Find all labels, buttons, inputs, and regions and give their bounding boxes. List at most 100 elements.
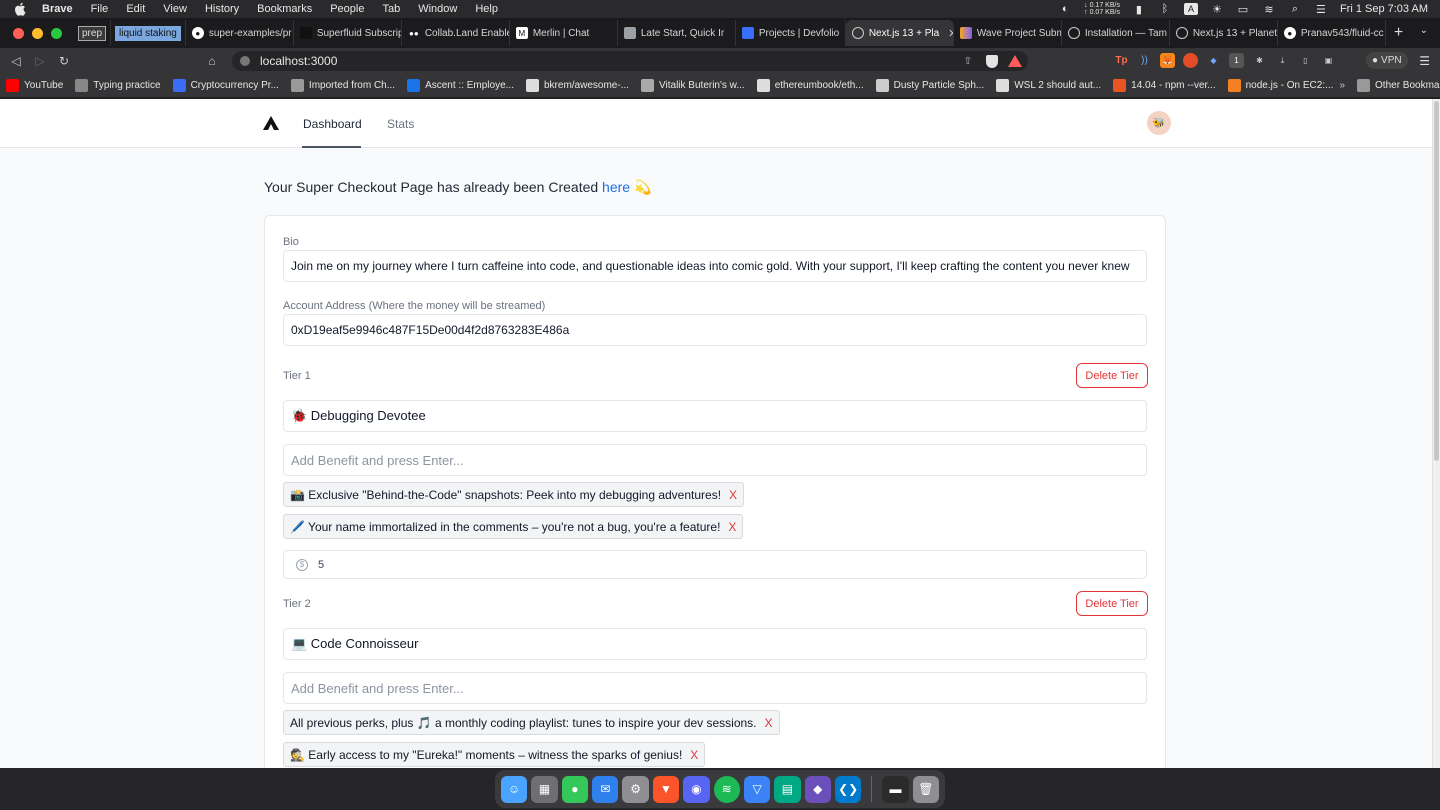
search-icon[interactable]: ⌕ bbox=[1288, 3, 1302, 15]
tab-super-examples[interactable]: ● super-examples/pr bbox=[186, 20, 294, 46]
clock[interactable]: Fri 1 Sep 7:03 AM bbox=[1340, 3, 1428, 15]
bookmark-item[interactable]: Vitalik Buterin's w... bbox=[635, 79, 751, 92]
messages-icon[interactable]: ● bbox=[561, 775, 589, 803]
apple-icon[interactable] bbox=[14, 2, 28, 16]
vscode-icon[interactable]: ❮❯ bbox=[834, 775, 862, 803]
tier-1-name-input[interactable]: 🐞 Debugging Devotee bbox=[283, 400, 1147, 432]
vector-app-icon[interactable]: ▽ bbox=[743, 775, 771, 803]
discord-icon[interactable]: ◉ bbox=[683, 775, 710, 803]
wallet-icon[interactable]: ▣ bbox=[1321, 53, 1336, 68]
remove-benefit-button[interactable]: X bbox=[765, 716, 773, 730]
trash-icon[interactable]: 🗑 bbox=[912, 775, 939, 803]
brave-icon[interactable]: ▼ bbox=[652, 775, 680, 803]
menu-people[interactable]: People bbox=[330, 3, 364, 15]
tab-liquid-staking[interactable]: liquid staking bbox=[111, 20, 186, 46]
finder-icon[interactable]: ☺ bbox=[501, 775, 528, 803]
mail-icon[interactable]: ✉ bbox=[592, 775, 619, 803]
app-logo-icon[interactable] bbox=[262, 115, 280, 131]
menu-view[interactable]: View bbox=[163, 3, 187, 15]
brave-rewards-icon[interactable] bbox=[1008, 55, 1022, 67]
brave-shield-icon[interactable] bbox=[986, 54, 998, 68]
bookmark-item[interactable]: Cryptocurrency Pr... bbox=[167, 79, 285, 92]
bookmark-item[interactable]: Dusty Particle Sph... bbox=[870, 79, 991, 92]
remove-benefit-button[interactable]: X bbox=[728, 520, 736, 534]
bookmark-item[interactable]: WSL 2 should aut... bbox=[990, 79, 1107, 92]
delete-tier-2-button[interactable]: Delete Tier bbox=[1076, 591, 1148, 616]
bookmark-item[interactable]: 14.04 - npm --ver... bbox=[1107, 79, 1221, 92]
ethereum-icon[interactable]: ◆ bbox=[804, 775, 831, 803]
tab-nextjs-active[interactable]: Next.js 13 + Pla ✕ bbox=[845, 20, 954, 46]
bookmark-item[interactable]: bkrem/awesome-... bbox=[520, 79, 635, 92]
menu-bookmarks[interactable]: Bookmarks bbox=[257, 3, 312, 15]
extension-badge-icon[interactable]: 1 bbox=[1229, 53, 1244, 68]
menu-help[interactable]: Help bbox=[475, 3, 498, 15]
zoom-window-button[interactable] bbox=[51, 27, 62, 39]
scrollbar-thumb[interactable] bbox=[1434, 101, 1439, 461]
extension-tp-icon[interactable]: Tp bbox=[1114, 53, 1129, 68]
bookmark-item[interactable]: YouTube bbox=[0, 79, 69, 92]
bookmark-icon[interactable]: ⌂ bbox=[200, 54, 224, 68]
checkout-page-link[interactable]: here bbox=[602, 179, 630, 195]
tab-wave[interactable]: Wave Project Subm bbox=[954, 20, 1062, 46]
back-icon[interactable]: ◁ bbox=[4, 54, 28, 68]
puzzle-icon[interactable]: ✱ bbox=[1252, 53, 1267, 68]
reload-icon[interactable]: ↻ bbox=[52, 54, 76, 68]
download-icon[interactable]: ⤓ bbox=[1275, 53, 1290, 68]
menu-history[interactable]: History bbox=[205, 3, 239, 15]
display-icon[interactable]: ▭ bbox=[1236, 3, 1250, 16]
tab-merlin[interactable]: M Merlin | Chat bbox=[510, 20, 618, 46]
site-info-icon[interactable] bbox=[240, 56, 250, 66]
close-window-button[interactable] bbox=[13, 27, 24, 39]
terminal-icon[interactable]: ▬ bbox=[882, 775, 909, 803]
metamask-icon[interactable]: 🦊 bbox=[1160, 53, 1175, 68]
remove-benefit-button[interactable]: X bbox=[729, 488, 737, 502]
menu-icon[interactable]: ☰ bbox=[1419, 54, 1430, 68]
system-settings-icon[interactable]: ⚙ bbox=[622, 775, 649, 803]
bluetooth-icon[interactable]: ᛒ bbox=[1158, 3, 1172, 15]
extension-wave-icon[interactable]: )) bbox=[1137, 53, 1152, 68]
phone-icon[interactable]: ▮ bbox=[1132, 3, 1146, 16]
vpn-button[interactable]: ● VPN bbox=[1366, 52, 1408, 69]
tab-superfluid[interactable]: Superfluid Subscrip bbox=[294, 20, 402, 46]
bookmark-item[interactable]: node.js - On EC2:... bbox=[1222, 79, 1340, 92]
tab-nextjs-planet[interactable]: Next.js 13 + Planet bbox=[1170, 20, 1278, 46]
menu-file[interactable]: File bbox=[91, 3, 109, 15]
page-scrollbar[interactable] bbox=[1432, 99, 1440, 768]
brightness-icon[interactable]: ☀ bbox=[1210, 3, 1224, 16]
headset-icon[interactable]: ◐ bbox=[1058, 3, 1072, 15]
extension-drop-icon[interactable]: ◆ bbox=[1206, 53, 1221, 68]
keyboard-input-icon[interactable]: A bbox=[1183, 3, 1198, 15]
bookmark-item[interactable]: Typing practice bbox=[69, 79, 166, 92]
bio-input[interactable]: Join me on my journey where I turn caffe… bbox=[283, 250, 1147, 282]
menu-window[interactable]: Window bbox=[418, 3, 457, 15]
control-center-icon[interactable]: ☰ bbox=[1314, 3, 1328, 16]
tier-1-benefit-input[interactable]: Add Benefit and press Enter... bbox=[283, 444, 1147, 476]
account-address-input[interactable]: 0xD19eaf5e9946c487F15De00d4f2d8763283E48… bbox=[283, 314, 1147, 346]
tier-2-name-input[interactable]: 💻 Code Connoisseur bbox=[283, 628, 1147, 660]
app-teal-icon[interactable]: ▤ bbox=[774, 775, 801, 803]
extension-red-icon[interactable] bbox=[1183, 53, 1198, 68]
tier-1-price-input[interactable]: $ 5 bbox=[283, 550, 1147, 579]
tab-collabland[interactable]: ●● Collab.Land Enable bbox=[402, 20, 510, 46]
address-bar[interactable]: localhost:3000 ⇧ bbox=[232, 51, 1028, 71]
tier-2-benefit-input[interactable]: Add Benefit and press Enter... bbox=[283, 672, 1147, 704]
tab-installation[interactable]: Installation — Tam bbox=[1062, 20, 1170, 46]
bookmark-item[interactable]: Ascent :: Employe... bbox=[401, 79, 520, 92]
chevron-down-icon[interactable]: ⌄ bbox=[1420, 25, 1428, 36]
share-icon[interactable]: ⇧ bbox=[964, 56, 972, 67]
nav-tab-dashboard[interactable]: Dashboard bbox=[303, 117, 362, 131]
sidebar-icon[interactable]: ▯ bbox=[1298, 53, 1313, 68]
bookmark-item[interactable]: ethereumbook/eth... bbox=[751, 79, 870, 92]
tab-devfolio[interactable]: Projects | Devfolio bbox=[736, 20, 846, 46]
menu-brave[interactable]: Brave bbox=[42, 3, 73, 15]
avatar[interactable]: 🐝 bbox=[1147, 111, 1171, 135]
wifi-icon[interactable]: ≋ bbox=[1262, 3, 1276, 16]
menu-edit[interactable]: Edit bbox=[126, 3, 145, 15]
tab-pranav[interactable]: ● Pranav543/fluid-cc bbox=[1278, 20, 1386, 46]
launchpad-icon[interactable]: ▦ bbox=[531, 775, 558, 803]
tab-prep[interactable]: prep bbox=[74, 20, 112, 46]
minimize-window-button[interactable] bbox=[32, 27, 43, 39]
nav-tab-stats[interactable]: Stats bbox=[387, 117, 414, 131]
new-tab-icon[interactable]: + bbox=[1394, 24, 1403, 42]
bookmark-item[interactable]: Imported from Ch... bbox=[285, 79, 401, 92]
